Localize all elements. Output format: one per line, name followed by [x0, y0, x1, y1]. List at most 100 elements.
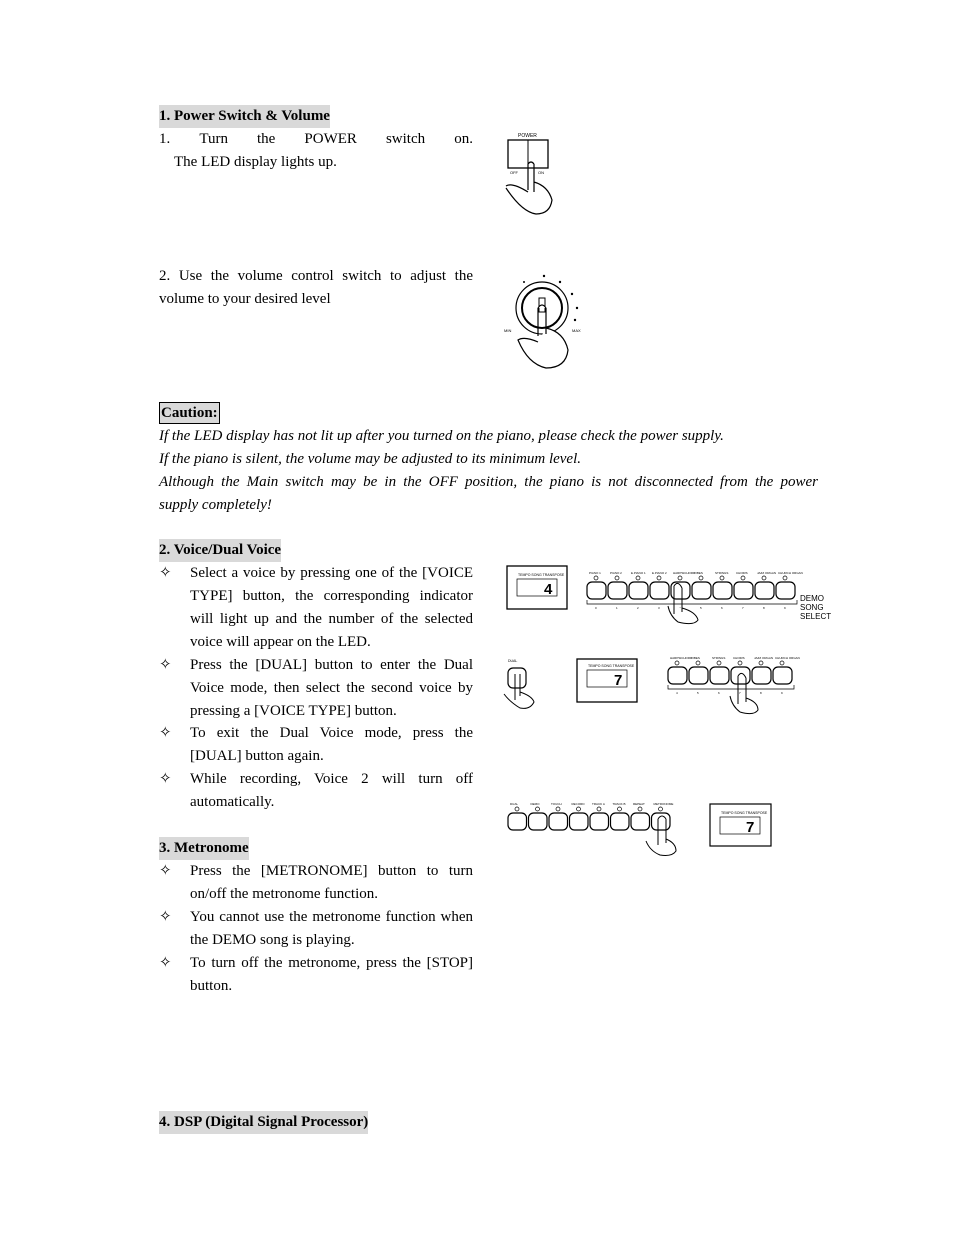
- section-heading-voice: 2. Voice/Dual Voice: [159, 539, 282, 562]
- function-button[interactable]: [568, 812, 589, 831]
- caution-heading: Caution:: [159, 402, 220, 424]
- voice-type-button[interactable]: [691, 581, 712, 600]
- button-number: 2: [637, 606, 639, 610]
- metronome-bullet-2: ✧ You cannot use the metronome function w…: [159, 906, 473, 952]
- bullet-icon: ✧: [159, 725, 172, 741]
- button-label: TOUCH: [551, 802, 562, 806]
- button-number: 0: [595, 606, 597, 610]
- button-label: PIANO 2: [610, 571, 622, 575]
- section-heading-power: 1. Power Switch & Volume: [159, 105, 330, 128]
- button-number: 5: [700, 606, 702, 610]
- function-button[interactable]: [548, 812, 569, 831]
- button-number: 3: [658, 606, 660, 610]
- button-label: HARPSICHORD: [670, 656, 693, 660]
- button-number: 7: [739, 691, 741, 695]
- bullet-text: To turn off the metronome, press the [ST…: [190, 955, 473, 994]
- voice-type-button[interactable]: [775, 581, 796, 600]
- function-button[interactable]: [609, 812, 630, 831]
- indicator-led: [596, 806, 602, 812]
- caution-line3: Although the Main switch may be in the O…: [159, 474, 818, 490]
- button-label: TRACK B: [613, 802, 626, 806]
- button-label: DEMO: [531, 802, 541, 806]
- voice-type-button[interactable]: [712, 581, 733, 600]
- voice-type-button[interactable]: [628, 581, 649, 600]
- indicator-led: [656, 575, 662, 581]
- led-value: 7: [614, 672, 622, 689]
- bullet-text: While recording, Voice 2 will turn off a…: [190, 771, 473, 810]
- led-label: TEMPO SONG TRANSPOSE: [588, 664, 635, 668]
- indicator-led: [737, 660, 743, 666]
- button-label: CHURCH ORGAN: [778, 571, 803, 575]
- voice-type-button[interactable]: [649, 581, 670, 600]
- word: Turn: [199, 131, 228, 147]
- voice-type-button[interactable]: [667, 666, 688, 685]
- button-number: 8: [763, 606, 765, 610]
- led-label: TEMPO SONG TRANSPOSE: [518, 573, 565, 577]
- indicator-led: [719, 575, 725, 581]
- voice-type-button[interactable]: [586, 581, 607, 600]
- voice-panel-figure: TEMPO SONG TRANSPOSE 4 PIANO 1 0 PIANO 2 1 E…: [503, 565, 803, 715]
- button-number: 6: [721, 606, 723, 610]
- function-button[interactable]: [589, 812, 610, 831]
- function-button[interactable]: [527, 812, 548, 831]
- indicator-led: [674, 660, 680, 666]
- button-number: 1: [616, 606, 618, 610]
- button-label: E.PIANO 2: [652, 571, 667, 575]
- button-label: TRACK A: [592, 802, 605, 806]
- button-label: STRINGS: [712, 656, 725, 660]
- indicator-led: [617, 806, 622, 812]
- bracket-line: [667, 685, 795, 690]
- voice-bullet-1: ✧ Select a voice by pressing one of the […: [159, 562, 473, 654]
- voice-type-button[interactable]: [733, 581, 754, 600]
- voice-type-button[interactable]: [688, 666, 709, 685]
- button-number: 5: [697, 691, 699, 695]
- button-label: PIANO 1: [589, 571, 601, 575]
- section-heading-metronome: 3. Metronome: [159, 837, 249, 860]
- button-number: 9: [784, 606, 786, 610]
- bullet-icon: ✧: [159, 909, 172, 925]
- voice-type-button[interactable]: [772, 666, 793, 685]
- hand-icon: [667, 582, 699, 625]
- indicator-led: [716, 660, 722, 666]
- indicator-led: [614, 575, 620, 581]
- function-button[interactable]: [650, 812, 671, 831]
- step1-line1: 1. Turn the POWER switch on.: [159, 128, 473, 151]
- hand-icon: [729, 672, 759, 715]
- bullet-icon: ✧: [159, 771, 172, 787]
- led-value: 7: [746, 819, 754, 836]
- button-label: DUAL: [510, 802, 518, 806]
- caution-line1: If the LED display has not lit up after …: [159, 428, 724, 444]
- voice-type-button[interactable]: [709, 666, 730, 685]
- function-button[interactable]: [630, 812, 651, 831]
- bullet-icon: ✧: [159, 565, 172, 581]
- indicator-led: [514, 806, 520, 812]
- voice-type-button[interactable]: [754, 581, 775, 600]
- voice-type-button[interactable]: [607, 581, 628, 600]
- voice-bullet-4: ✧ While recording, Voice 2 will turn off …: [159, 768, 473, 814]
- bullet-text: Press the [DUAL] button to enter the Dua…: [190, 657, 473, 719]
- metronome-bullet-1: ✧ Press the [METRONOME] button to turn on…: [159, 860, 473, 906]
- button-label: VIBES: [694, 571, 703, 575]
- voice-type-button[interactable]: [751, 666, 772, 685]
- button-label: METRONOME: [654, 802, 674, 806]
- section-heading-dsp: 4. DSP (Digital Signal Processor): [159, 1111, 369, 1134]
- step1-line2: The LED display lights up.: [174, 154, 337, 170]
- indicator-led: [677, 575, 683, 581]
- caution-line4: supply completely!: [159, 497, 272, 513]
- indicator-led: [535, 806, 540, 812]
- metronome-bullet-3: ✧ To turn off the metronome, press the [S…: [159, 952, 473, 998]
- bracket-line: [586, 600, 798, 605]
- button-label: VIBES: [691, 656, 700, 660]
- indicator-led: [782, 575, 788, 581]
- led-value: 4: [544, 581, 553, 598]
- button-number: 6: [718, 691, 720, 695]
- indicator-led: [658, 806, 663, 812]
- indicator-led: [637, 806, 643, 812]
- word: 1.: [159, 131, 171, 147]
- word: on.: [454, 131, 473, 147]
- function-button[interactable]: [507, 812, 528, 831]
- button-label: REPEAT: [633, 802, 645, 806]
- button-number: 7: [742, 606, 744, 610]
- word: switch: [385, 131, 426, 147]
- button-label: E.PIANO 1: [631, 571, 646, 575]
